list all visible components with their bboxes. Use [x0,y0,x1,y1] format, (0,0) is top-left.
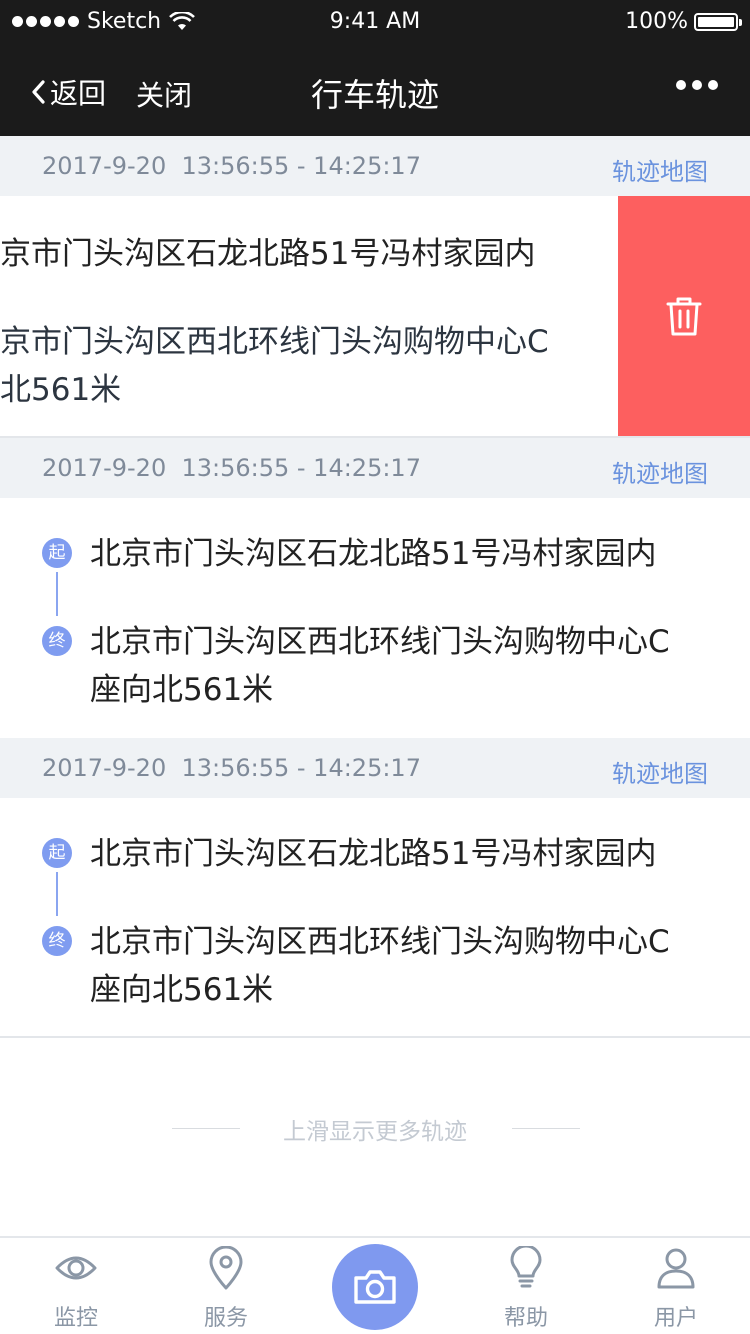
chevron-left-icon [32,80,45,104]
trip-end-address-line2: 座向北561米 [0,372,122,408]
tab-label: 用户 [653,1306,698,1331]
navigation-bar: 返回 关闭 行车轨迹 [0,44,750,136]
eye-icon [55,1256,97,1280]
tab-label: 帮助 [503,1306,548,1331]
lightbulb-icon [510,1246,542,1288]
trip-header: 2017-9-20 13:56:55 - 14:25:17 轨迹地图 [0,136,750,196]
route-line [56,572,58,616]
camera-button[interactable] [332,1244,418,1330]
trip-start-address: 北京市门头沟区石龙北路51号冯村家园内 [0,236,536,272]
location-pin-icon [209,1246,243,1290]
tab-monitor[interactable]: 监控 [21,1238,131,1334]
battery-percent: 100% [625,9,688,34]
back-label: 返回 [50,77,107,110]
status-bar: Sketch 9:41 AM 100% [0,0,750,44]
trip-time: 2017-9-20 13:56:55 - 14:25:17 [42,754,421,782]
trip-time: 2017-9-20 13:56:55 - 14:25:17 [42,152,421,180]
tab-label: 服务 [203,1306,248,1331]
load-more-hint: 上滑显示更多轨迹 [0,1112,750,1146]
more-icon[interactable] [676,80,718,90]
tab-bar: 监控 服务 帮助 用户 [0,1236,750,1334]
trip-item[interactable]: 北京市门头沟区石龙北路51号冯村家园内 北京市门头沟区西北环线门头沟购物中心C … [0,196,750,436]
tab-user[interactable]: 用户 [621,1238,731,1334]
trip-item[interactable]: 起 终 北京市门头沟区石龙北路51号冯村家园内 北京市门头沟区西北环线门头沟购物… [0,798,750,1038]
start-badge: 起 [42,838,72,868]
tab-service[interactable]: 服务 [171,1238,281,1334]
hint-line-right [512,1128,580,1129]
trip-end-address-line2: 座向北561米 [90,972,274,1008]
trip-end-address-line1: 北京市门头沟区西北环线门头沟购物中心C [90,624,670,660]
route-line [56,872,58,916]
battery-icon [694,12,742,31]
trash-icon [666,297,702,336]
start-badge: 起 [42,538,72,568]
divider [0,1036,750,1038]
page-title: 行车轨迹 [310,76,439,114]
trip-map-link[interactable]: 轨迹地图 [612,454,708,489]
close-button[interactable]: 关闭 [136,74,192,114]
battery-status: 100% [625,9,742,34]
end-badge: 终 [42,926,72,956]
trip-map-link[interactable]: 轨迹地图 [612,152,708,187]
camera-icon [354,1270,396,1304]
load-more-text: 上滑显示更多轨迹 [283,1119,467,1145]
trip-item[interactable]: 起 终 北京市门头沟区石龙北路51号冯村家园内 北京市门头沟区西北环线门头沟购物… [0,498,750,738]
trip-time: 2017-9-20 13:56:55 - 14:25:17 [42,454,421,482]
trip-map-link[interactable]: 轨迹地图 [612,754,708,789]
trip-header: 2017-9-20 13:56:55 - 14:25:17 轨迹地图 [0,438,750,498]
delete-button[interactable] [618,196,750,436]
trip-header: 2017-9-20 13:56:55 - 14:25:17 轨迹地图 [0,738,750,798]
trip-end-address-line2: 座向北561米 [90,672,274,708]
trip-start-address: 北京市门头沟区石龙北路51号冯村家园内 [90,536,657,572]
trip-start-address: 北京市门头沟区石龙北路51号冯村家园内 [90,836,657,872]
end-badge: 终 [42,626,72,656]
tab-label: 监控 [53,1306,98,1331]
tab-help[interactable]: 帮助 [471,1238,581,1334]
trip-end-address-line1: 北京市门头沟区西北环线门头沟购物中心C [90,924,670,960]
trip-end-address-line1: 北京市门头沟区西北环线门头沟购物中心C [0,324,549,360]
back-button[interactable]: 返回 [30,72,106,112]
user-icon [657,1248,695,1289]
